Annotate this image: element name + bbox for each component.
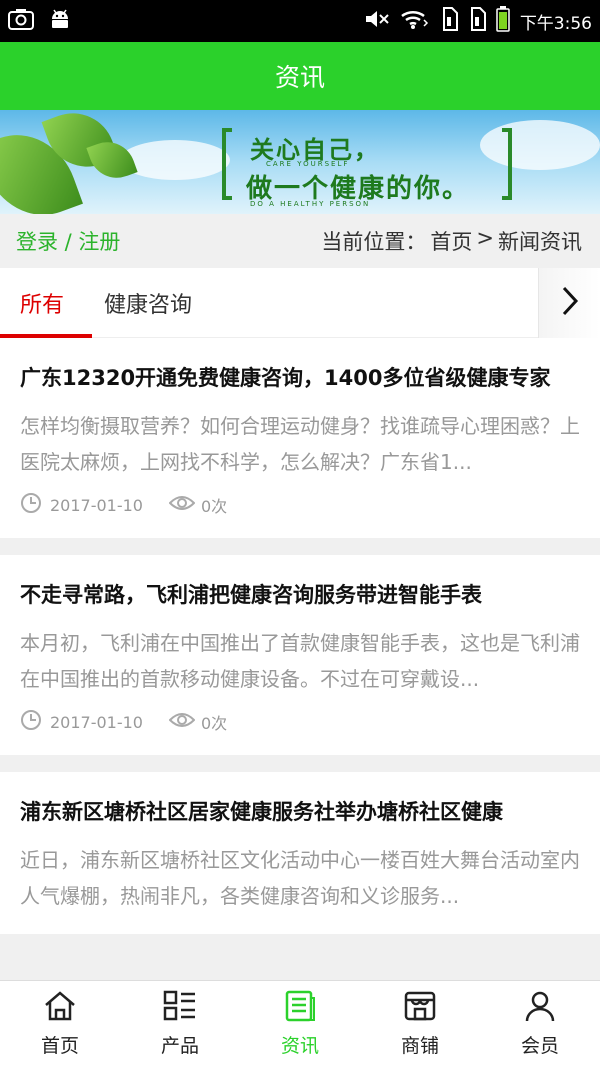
product-grid-icon [163,990,197,1027]
views-count: 0次 [200,497,228,516]
news-item[interactable]: 浦东新区塘桥社区居家健康服务社举办塘桥社区健康 近日，浦东新区塘桥社区文化活动中… [0,772,600,934]
clock: 下午3:56 [519,13,592,34]
app-header: 资讯 [0,42,600,110]
view-count: 0次 [168,493,228,517]
news-item[interactable]: 不走寻常路，飞利浦把健康咨询服务带进智能手表 本月初，飞利浦在中国推出了首款健康… [0,555,600,755]
news-icon [283,990,317,1027]
banner-slogan: 关心自己， CARE YOURSELF 做一个健康的你。 DO A HEALTH… [222,128,512,208]
tab-all[interactable]: 所有 [0,268,93,338]
cloud-decoration [120,140,230,180]
status-bar: 下午3:56 [0,0,600,42]
news-title[interactable]: 不走寻常路，飞利浦把健康咨询服务带进智能手表 [20,575,580,615]
nav-member-label: 会员 [520,1035,559,1057]
sim-1-icon [440,7,458,35]
breadcrumb-home[interactable]: 首页 [430,226,472,256]
bracket-right [502,128,512,200]
wifi-icon [400,8,430,34]
nav-shops[interactable]: 商铺 [360,981,480,1067]
bottom-nav: 首页 产品 资讯 商铺 会员 [0,980,600,1067]
slogan-line-2-en: DO A HEALTHY PERSON [250,200,371,208]
home-icon [43,990,77,1027]
breadcrumb-current: 新闻资讯 [498,230,582,254]
eye-icon [168,494,196,516]
banner-image[interactable]: 关心自己， CARE YOURSELF 做一个健康的你。 DO A HEALTH… [0,110,600,214]
news-meta: 2017-01-10 0次 [20,709,580,735]
views-count: 0次 [200,714,228,733]
chevron-right-icon [560,285,580,321]
news-date: 2017-01-10 [50,495,143,515]
nav-shops-label: 商铺 [400,1035,439,1057]
tabs-next-button[interactable] [538,268,600,338]
nav-home[interactable]: 首页 [0,981,120,1067]
shop-icon [403,990,437,1027]
view-count: 0次 [168,710,228,734]
clock-icon [20,709,42,735]
sim-2-icon [468,7,486,35]
nav-home-label: 首页 [40,1035,79,1057]
nav-news[interactable]: 资讯 [240,981,360,1067]
news-summary: 怎样均衡摄取营养？如何合理运动健身？找谁疏导心理困惑？上医院太麻烦，上网找不科学… [20,414,580,474]
news-summary: 近日，浦东新区塘桥社区文化活动中心一楼百姓大舞台活动室内人气爆棚，热闹非凡，各类… [20,848,580,908]
camera-icon [8,8,34,34]
mute-icon [364,8,390,34]
news-meta: 2017-01-10 0次 [20,492,580,518]
login-register-link[interactable]: 登录 / 注册 [16,226,120,256]
page-title: 资讯 [274,63,325,92]
slogan-line-1-en: CARE YOURSELF [266,160,350,168]
android-icon [48,7,72,35]
location-label: 当前位置： [321,230,427,254]
bracket-left [222,128,232,200]
info-row: 登录 / 注册 当前位置： 首页 > 新闻资讯 [0,214,600,268]
nav-member[interactable]: 会员 [480,981,600,1067]
breadcrumb: 当前位置： 首页 > 新闻资讯 [321,226,582,256]
nav-products[interactable]: 产品 [120,981,240,1067]
news-title[interactable]: 广东12320开通免费健康咨询，1400多位省级健康专家 [20,358,580,398]
breadcrumb-separator: > [476,226,494,250]
member-icon [523,990,557,1027]
news-item[interactable]: 广东12320开通免费健康咨询，1400多位省级健康专家 怎样均衡摄取营养？如何… [0,338,600,538]
news-title[interactable]: 浦东新区塘桥社区居家健康服务社举办塘桥社区健康 [20,792,580,832]
tab-health-consult[interactable]: 健康咨询 [84,268,212,338]
news-list: 广东12320开通免费健康咨询，1400多位省级健康专家 怎样均衡摄取营养？如何… [0,338,600,951]
clock-icon [20,492,42,518]
nav-news-label: 资讯 [280,1035,319,1057]
news-summary: 本月初，飞利浦在中国推出了首款健康智能手表，这也是飞利浦在中国推出的首款移动健康… [20,631,580,691]
battery-icon [496,6,510,36]
news-date: 2017-01-10 [50,712,143,732]
nav-products-label: 产品 [160,1035,199,1057]
category-tabs: 所有 健康咨询 [0,268,600,338]
eye-icon [168,711,196,733]
